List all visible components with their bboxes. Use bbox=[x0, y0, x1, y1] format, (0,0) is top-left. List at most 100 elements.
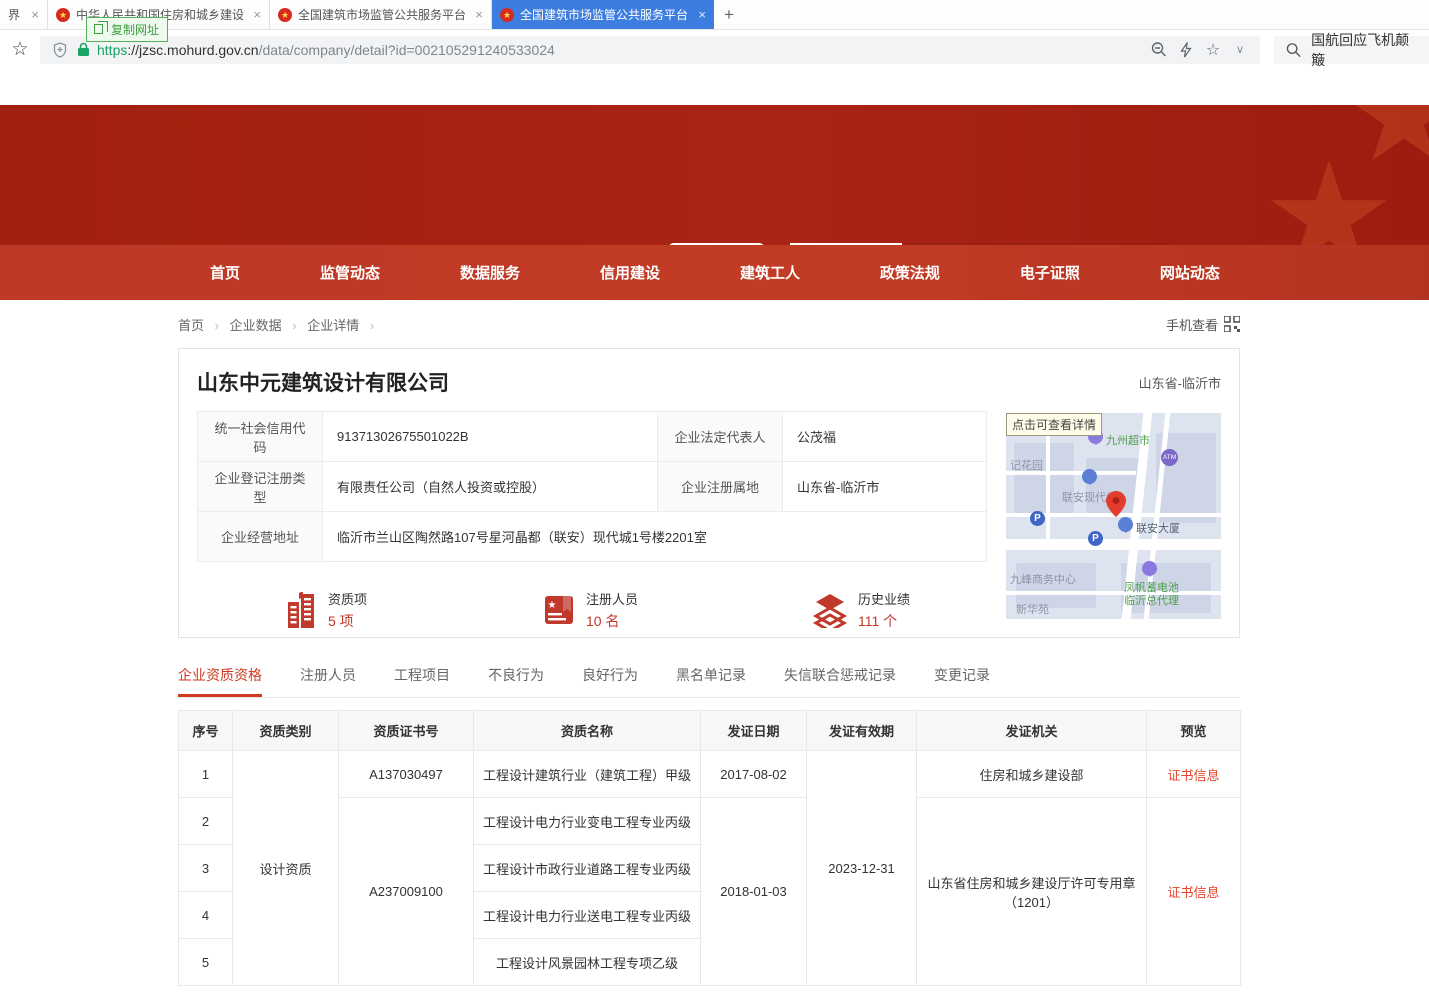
favorite-star-icon[interactable]: ☆ bbox=[1203, 40, 1223, 60]
breadcrumb-row: 首页 › 企业数据 › 企业详情 › 手机查看 bbox=[178, 300, 1240, 348]
breadcrumb-enterprise-data[interactable]: 企业数据 bbox=[230, 318, 282, 333]
tab-title: 全国建筑市场监管公共服务平台 bbox=[298, 6, 469, 23]
stat-historical-performance[interactable]: 历史业绩 111 个 bbox=[812, 589, 910, 631]
svg-text:★: ★ bbox=[548, 600, 557, 611]
company-region: 山东省-临沂市 bbox=[1139, 373, 1221, 392]
address-field[interactable]: https://jzsc.mohurd.gov.cn/data/company/… bbox=[40, 36, 1260, 64]
map-label-xinhua: 新华苑 bbox=[1016, 601, 1049, 617]
tab-good-behavior[interactable]: 良好行为 bbox=[582, 665, 638, 697]
mobile-view-control[interactable]: 手机查看 bbox=[1166, 315, 1240, 334]
stat-registered-personnel[interactable]: ★ 注册人员 10 名 bbox=[542, 589, 638, 631]
table-header-row: 序号 资质类别 资质证书号 资质名称 发证日期 发证有效期 发证机关 预览 bbox=[179, 711, 1241, 751]
field-value-legal-rep: 公茂福 bbox=[783, 412, 987, 462]
building-icon bbox=[285, 592, 318, 628]
cell-seq: 5 bbox=[179, 939, 233, 986]
company-info-table: 统一社会信用代码 91371302675501022B 企业法定代表人 公茂福 … bbox=[197, 411, 987, 562]
certificate-info-link[interactable]: 证书信息 bbox=[1167, 768, 1219, 783]
layers-icon bbox=[812, 592, 848, 628]
company-name: 山东中元建筑设计有限公司 bbox=[197, 367, 449, 397]
certificate-icon: ★ bbox=[542, 593, 576, 627]
cell-issue-date: 2018-01-03 bbox=[701, 798, 807, 986]
news-search-text: 国航回应飞机颠簸 bbox=[1311, 30, 1417, 70]
chevron-down-icon[interactable]: ∨ bbox=[1230, 43, 1250, 56]
col-qual-name: 资质名称 bbox=[474, 711, 701, 751]
location-map[interactable]: 点击可查看详情 九州超市 ATM 记花园 联安现代城 联安大厦 P P 九峰商务… bbox=[1006, 413, 1221, 619]
browser-tab-2[interactable]: ★ 全国建筑市场监管公共服务平台 × bbox=[270, 0, 492, 29]
page-content: 首页 › 企业数据 › 企业详情 › 手机查看 山东中元建筑设计有限公司 山东省… bbox=[178, 300, 1240, 986]
table-row: 统一社会信用代码 91371302675501022B 企业法定代表人 公茂福 bbox=[198, 412, 987, 462]
flash-icon[interactable] bbox=[1176, 42, 1196, 58]
cell-issuer: 住房和城乡建设部 bbox=[917, 751, 1147, 798]
stat-label: 历史业绩 bbox=[858, 589, 910, 608]
breadcrumb-separator: › bbox=[370, 318, 374, 333]
tab-close-icon[interactable]: × bbox=[475, 7, 483, 22]
company-location-pin-icon bbox=[1106, 491, 1126, 517]
cell-qual-name: 工程设计建筑行业（建筑工程）甲级 bbox=[474, 751, 701, 798]
nav-item-home[interactable]: 首页 bbox=[210, 262, 240, 283]
tab-blacklist[interactable]: 黑名单记录 bbox=[676, 665, 746, 697]
cell-issue-date: 2017-08-02 bbox=[701, 751, 807, 798]
breadcrumb-enterprise-detail: 企业详情 bbox=[307, 318, 359, 333]
nav-item-workers[interactable]: 建筑工人 bbox=[740, 262, 800, 283]
copy-url-tooltip-text: 复制网址 bbox=[111, 23, 159, 37]
tab-close-icon[interactable]: × bbox=[253, 7, 261, 22]
map-tooltip: 点击可查看详情 bbox=[1006, 413, 1102, 436]
nav-item-credit[interactable]: 信用建设 bbox=[600, 262, 660, 283]
cell-seq: 2 bbox=[179, 798, 233, 845]
tab-dishonesty-records[interactable]: 失信联合惩戒记录 bbox=[784, 665, 896, 697]
tab-projects[interactable]: 工程项目 bbox=[394, 665, 450, 697]
breadcrumb-home[interactable]: 首页 bbox=[178, 318, 204, 333]
tab-registered-personnel[interactable]: 注册人员 bbox=[300, 665, 356, 697]
tower-pin-icon bbox=[1118, 517, 1133, 532]
parking-icon: P bbox=[1088, 531, 1103, 546]
url-text: https://jzsc.mohurd.gov.cn/data/company/… bbox=[97, 42, 555, 58]
col-category: 资质类别 bbox=[233, 711, 339, 751]
tab-close-icon[interactable]: × bbox=[698, 7, 706, 22]
zoom-out-icon[interactable] bbox=[1149, 41, 1169, 58]
tab-title: 界 bbox=[8, 6, 25, 23]
map-label-supermarket: 九州超市 bbox=[1106, 432, 1150, 448]
field-value-reg-type: 有限责任公司（自然人投资或控股） bbox=[323, 462, 658, 512]
community-pin-icon bbox=[1082, 469, 1097, 484]
mobile-view-label: 手机查看 bbox=[1166, 315, 1218, 334]
browser-tab-3-active[interactable]: ★ 全国建筑市场监管公共服务平台 × bbox=[492, 0, 714, 29]
atm-icon: ATM bbox=[1161, 449, 1178, 466]
nav-item-e-license[interactable]: 电子证照 bbox=[1020, 262, 1080, 283]
map-label-battery2: 临沂总代理 bbox=[1124, 592, 1179, 608]
certificate-info-link[interactable]: 证书信息 bbox=[1167, 885, 1219, 900]
bookmark-star-icon[interactable]: ☆ bbox=[0, 38, 40, 61]
col-cert-no: 资质证书号 bbox=[339, 711, 474, 751]
new-tab-button[interactable]: + bbox=[714, 0, 744, 29]
field-label-credit-code: 统一社会信用代码 bbox=[198, 412, 323, 462]
tab-qualifications[interactable]: 企业资质资格 bbox=[178, 665, 262, 697]
emblem-favicon-icon: ★ bbox=[500, 8, 514, 22]
search-icon bbox=[1286, 42, 1301, 58]
cell-seq: 4 bbox=[179, 892, 233, 939]
copy-url-tooltip: 复制网址 bbox=[86, 17, 168, 42]
field-value-credit-code: 91371302675501022B bbox=[323, 412, 658, 462]
cell-category: 设计资质 bbox=[233, 751, 339, 986]
company-summary-card: 山东中元建筑设计有限公司 山东省-临沂市 统一社会信用代码 9137130267… bbox=[178, 348, 1240, 638]
col-seq: 序号 bbox=[179, 711, 233, 751]
nav-item-data-service[interactable]: 数据服务 bbox=[460, 262, 520, 283]
star-decoration bbox=[1269, 160, 1389, 245]
company-stats-row: 资质项 5 项 ★ 注册人员 10 名 历史业绩 111 个 bbox=[197, 589, 987, 639]
main-navigation: 首页 监管动态 数据服务 信用建设 建筑工人 政策法规 电子证照 网站动态 bbox=[0, 245, 1429, 300]
tab-bad-behavior[interactable]: 不良行为 bbox=[488, 665, 544, 697]
tab-change-records[interactable]: 变更记录 bbox=[934, 665, 990, 697]
shield-plus-icon[interactable] bbox=[50, 42, 70, 58]
browser-tab-0[interactable]: 界 × bbox=[0, 0, 48, 29]
col-issue-date: 发证日期 bbox=[701, 711, 807, 751]
cell-qual-name: 工程设计市政行业道路工程专业丙级 bbox=[474, 845, 701, 892]
stat-value: 5 项 bbox=[328, 611, 367, 631]
cell-cert-no: A137030497 bbox=[339, 751, 474, 798]
tab-close-icon[interactable]: × bbox=[31, 7, 39, 22]
stat-qualifications[interactable]: 资质项 5 项 bbox=[285, 589, 367, 631]
field-value-reg-region: 山东省-临沂市 bbox=[783, 462, 987, 512]
nav-item-site-news[interactable]: 网站动态 bbox=[1160, 262, 1220, 283]
col-issuer: 发证机关 bbox=[917, 711, 1147, 751]
nav-item-policy[interactable]: 政策法规 bbox=[880, 262, 940, 283]
browser-news-search[interactable]: 国航回应飞机颠簸 bbox=[1274, 36, 1429, 64]
qualification-table: 序号 资质类别 资质证书号 资质名称 发证日期 发证有效期 发证机关 预览 1 … bbox=[178, 710, 1241, 986]
nav-item-supervision[interactable]: 监管动态 bbox=[320, 262, 380, 283]
